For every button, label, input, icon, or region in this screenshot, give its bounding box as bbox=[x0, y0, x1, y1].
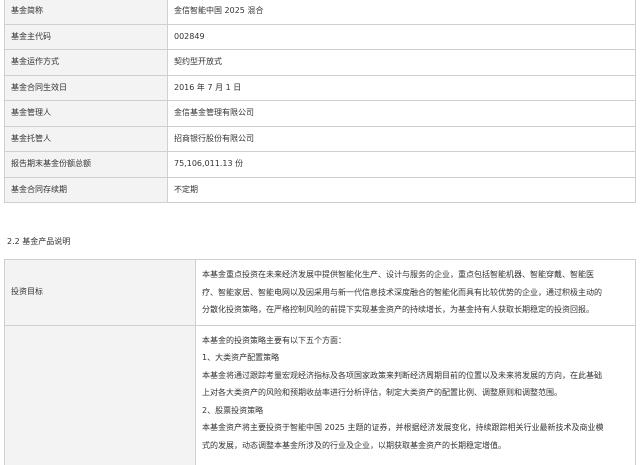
table-row: 基金简称 金信智能中国 2025 混合 bbox=[4, 0, 636, 25]
section-heading: 2.2 基金产品说明 bbox=[7, 237, 71, 246]
field-label: 基金运作方式 bbox=[4, 49, 168, 76]
table-row: 报告期末基金份额总额 75,106,011.13 份 bbox=[4, 151, 636, 178]
table-row: 基金主代码 002849 bbox=[4, 23, 636, 50]
field-label: 基金托管人 bbox=[4, 125, 168, 152]
table-row: 本基金的投资策略主要有以下五个方面： 1、大类资产配置策略 本基金将通过跟踪考量… bbox=[4, 324, 636, 465]
field-value: 金信基金管理有限公司 bbox=[167, 100, 636, 127]
field-value: 002849 bbox=[167, 23, 636, 50]
text-line: 1、大类资产配置策略 bbox=[202, 353, 280, 362]
fund-product-table: 投资目标 本基金重点投资在未来经济发展中提供智能化生产、设计与服务的企业，重点包… bbox=[4, 259, 636, 465]
field-label: 基金合同存续期 bbox=[4, 176, 168, 203]
table-row: 基金合同生效日 2016 年 7 月 1 日 bbox=[4, 74, 636, 101]
field-value: 不定期 bbox=[167, 176, 636, 203]
text-line: 上对各大类资产的风险和预期收益率进行分析评估，制定大类资产的配置比例、调整原则和… bbox=[202, 388, 562, 397]
text-line: 本基金重点投资在未来经济发展中提供智能化生产、设计与服务的企业，重点包括智能机器… bbox=[202, 270, 594, 279]
table-row: 投资目标 本基金重点投资在未来经济发展中提供智能化生产、设计与服务的企业，重点包… bbox=[4, 259, 636, 326]
field-value: 2016 年 7 月 1 日 bbox=[167, 74, 636, 101]
table-row: 基金管理人 金信基金管理有限公司 bbox=[4, 100, 636, 127]
field-value: 金信智能中国 2025 混合 bbox=[167, 0, 636, 25]
field-label: 报告期末基金份额总额 bbox=[4, 151, 168, 178]
table-row: 基金运作方式 契约型开放式 bbox=[4, 49, 636, 76]
investment-strategy-text: 本基金的投资策略主要有以下五个方面： 1、大类资产配置策略 本基金将通过跟踪考量… bbox=[195, 324, 636, 465]
table-row: 基金合同存续期 不定期 bbox=[4, 176, 636, 203]
field-value: 招商银行股份有限公司 bbox=[167, 125, 636, 152]
table-row: 基金托管人 招商银行股份有限公司 bbox=[4, 125, 636, 152]
text-line: 本基金的投资策略主要有以下五个方面： bbox=[202, 335, 346, 345]
investment-objective-label: 投资目标 bbox=[4, 259, 196, 326]
text-line: 本基金将通过跟踪考量宏观经济指标及各项国家政策来判断经济周期目前的位置以及未来将… bbox=[202, 370, 602, 380]
field-label: 基金简称 bbox=[4, 0, 168, 25]
field-label: 基金合同生效日 bbox=[4, 74, 168, 101]
investment-strategy-label bbox=[4, 324, 196, 465]
field-label: 基金管理人 bbox=[4, 100, 168, 127]
field-value: 75,106,011.13 份 bbox=[167, 151, 636, 178]
fund-basic-info-table: 基金简称 金信智能中国 2025 混合 基金主代码 002849 基金运作方式 契约型… bbox=[4, 0, 636, 203]
field-label: 基金主代码 bbox=[4, 23, 168, 50]
text-line: 疗、智能家居、智能电网以及因采用与新一代信息技术深度融合的智能化而具有比较优势的… bbox=[202, 287, 602, 297]
text-line: 本基金资产将主要投资于智能中国 2025 主题的证券，并根据经济发展变化，持续跟… bbox=[202, 423, 604, 432]
text-line: 式的发展，动态调整本基金所涉及的行业及企业，以期获取基金资产的长期稳定增值。 bbox=[202, 440, 506, 450]
text-line: 分散化投资策略，在严格控制风险的前提下实现基金资产的持续增长，为基金持有人获取长… bbox=[202, 305, 594, 314]
text-line: 2、股票投资策略 bbox=[202, 405, 264, 415]
investment-objective-text: 本基金重点投资在未来经济发展中提供智能化生产、设计与服务的企业，重点包括智能机器… bbox=[195, 259, 636, 326]
field-value: 契约型开放式 bbox=[167, 49, 636, 76]
